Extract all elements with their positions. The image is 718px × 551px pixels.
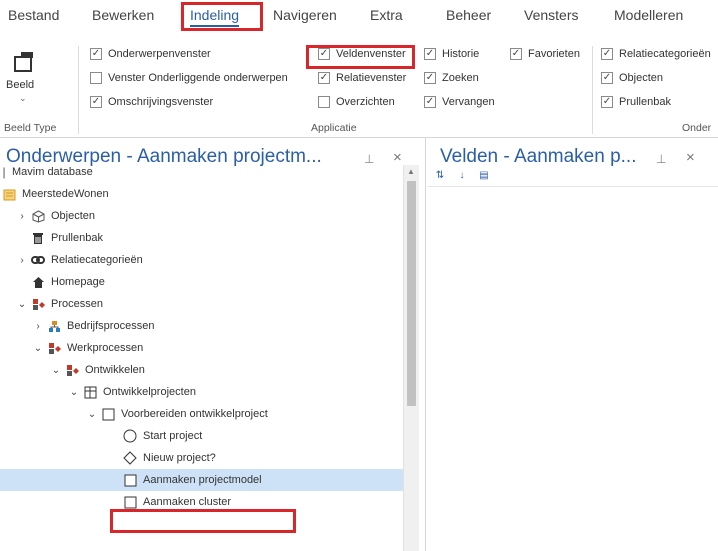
menu-bar: Bestand Bewerken Indeling Navigeren Extr… <box>0 0 718 38</box>
tab-navigeren[interactable]: Navigeren <box>273 7 337 23</box>
checkbox-checked-icon: ✓ <box>601 72 613 84</box>
checkbox-empty-icon <box>90 72 102 84</box>
cb-relatievenster[interactable]: ✓ Relatievenster <box>318 72 406 84</box>
trash-icon <box>31 231 45 245</box>
cb-venster-onderliggende[interactable]: Venster Onderliggende onderwerpen <box>90 72 288 84</box>
tree-item[interactable]: ⌄ Ontwikkelprojecten <box>0 381 418 403</box>
chevron-down-icon[interactable]: ⌄ <box>86 409 98 420</box>
chevron-down-icon: ⌄ <box>19 93 27 103</box>
checkbox-empty-icon <box>318 96 330 108</box>
cb-onderwerpenvenster[interactable]: ✓ Onderwerpenvenster <box>90 48 211 60</box>
separator <box>78 46 79 134</box>
checkbox-checked-icon: ✓ <box>601 48 613 60</box>
sort-category-icon[interactable]: ⇅ <box>432 168 448 184</box>
checkbox-checked-icon: ✓ <box>90 96 102 108</box>
tree-item[interactable]: Start project <box>0 425 418 447</box>
tree-item[interactable]: MeerstedeWonen <box>0 183 418 205</box>
tab-modelleren[interactable]: Modelleren <box>614 7 683 23</box>
cb-vervangen[interactable]: ✓ Vervangen <box>424 96 495 108</box>
tree-item[interactable]: › Bedrijfsprocessen <box>0 315 418 337</box>
tree-item[interactable]: ⌄ Processen <box>0 293 418 315</box>
cb-objecten[interactable]: ✓ Objecten <box>601 72 663 84</box>
chevron-down-icon[interactable]: ⌄ <box>50 365 62 376</box>
process-icon <box>47 341 61 355</box>
scrollbar-thumb[interactable] <box>407 181 416 406</box>
tab-beheer[interactable]: Beheer <box>446 7 491 23</box>
tree-item[interactable]: ⌄ Ontwikkelen <box>0 359 418 381</box>
cb-overzichten[interactable]: Overzichten <box>318 96 395 108</box>
tree-item[interactable]: | Mavim database <box>0 161 418 183</box>
chevron-down-icon[interactable]: ⌄ <box>16 299 28 310</box>
process-icon <box>31 297 45 311</box>
cb-historie[interactable]: ✓ Historie <box>424 48 479 60</box>
chevron-down-icon[interactable]: ⌄ <box>68 387 80 398</box>
tree-item[interactable]: Nieuw project? <box>0 447 418 469</box>
scroll-up-icon[interactable]: ▲ <box>407 167 415 176</box>
tree-item-selected[interactable]: Aanmaken projectmodel <box>0 469 418 491</box>
org-icon <box>47 319 61 333</box>
cb-prullenbak[interactable]: ✓ Prullenbak <box>601 96 671 108</box>
beeld-label: Beeld <box>6 79 35 91</box>
home-icon <box>31 275 45 289</box>
checkbox-checked-icon: ✓ <box>424 72 436 84</box>
tab-bewerken[interactable]: Bewerken <box>92 7 154 23</box>
chevron-right-icon[interactable]: › <box>16 211 28 222</box>
cb-omschrijvingsvenster[interactable]: ✓ Omschrijvingsvenster <box>90 96 213 108</box>
grid-icon <box>83 385 97 399</box>
chevron-down-icon[interactable]: ⌄ <box>32 343 44 354</box>
tab-bestand[interactable]: Bestand <box>8 7 59 23</box>
checkbox-checked-icon: ✓ <box>510 48 522 60</box>
square-icon <box>101 407 115 421</box>
checkbox-checked-icon: ✓ <box>318 72 330 84</box>
group-label-applicatie: Applicatie <box>311 122 357 134</box>
properties-icon[interactable]: ▤ <box>476 168 492 184</box>
checkbox-checked-icon: ✓ <box>90 48 102 60</box>
checkbox-checked-icon: ✓ <box>601 96 613 108</box>
checkbox-checked-icon: ✓ <box>424 96 436 108</box>
tree-item[interactable]: Prullenbak <box>0 227 418 249</box>
highlight-veldenvenster <box>306 45 415 69</box>
tab-extra[interactable]: Extra <box>370 7 403 23</box>
tree-item[interactable]: › Relatiecategorieën <box>0 249 418 271</box>
fields-toolbar: ⇅ ↓ ▤ <box>428 165 718 187</box>
square-icon <box>123 473 137 487</box>
panel-divider[interactable] <box>425 138 426 551</box>
beeld-button[interactable]: Beeld ⌄ <box>4 46 44 106</box>
close-icon[interactable]: × <box>686 149 695 166</box>
highlight-aanmaken-projectmodel <box>110 509 296 533</box>
group-label-beeld-type: Beeld Type <box>4 122 57 134</box>
tree-scrollbar[interactable]: ▲ <box>403 165 419 551</box>
circle-icon <box>123 429 137 443</box>
chevron-right-icon[interactable]: › <box>16 255 28 266</box>
tree-item[interactable]: ⌄ Werkprocessen <box>0 337 418 359</box>
diamond-icon <box>123 451 137 465</box>
window-icon <box>14 52 33 72</box>
process-icon <box>65 363 79 377</box>
db-icon: | <box>2 165 6 179</box>
sort-alpha-icon[interactable]: ↓ <box>454 168 470 184</box>
link-icon <box>31 253 45 267</box>
square-icon <box>123 495 137 509</box>
tree-item[interactable]: ⌄ Voorbereiden ontwikkelproject <box>0 403 418 425</box>
tab-vensters[interactable]: Vensters <box>524 7 578 23</box>
group-label-onder: Onder <box>682 122 712 134</box>
chevron-right-icon[interactable]: › <box>32 321 44 332</box>
cb-relatiecategorieen[interactable]: ✓ Relatiecategorieën <box>601 48 711 60</box>
tree-item[interactable]: Homepage <box>0 271 418 293</box>
highlight-indeling <box>181 2 263 31</box>
cb-zoeken[interactable]: ✓ Zoeken <box>424 72 479 84</box>
separator <box>592 46 593 134</box>
cb-favorieten[interactable]: ✓ Favorieten <box>510 48 580 60</box>
cube-icon <box>31 209 45 223</box>
checkbox-checked-icon: ✓ <box>424 48 436 60</box>
tree-item[interactable]: › Objecten <box>0 205 418 227</box>
folder-icon <box>2 187 16 201</box>
pin-icon[interactable]: ⊥ <box>656 152 666 166</box>
